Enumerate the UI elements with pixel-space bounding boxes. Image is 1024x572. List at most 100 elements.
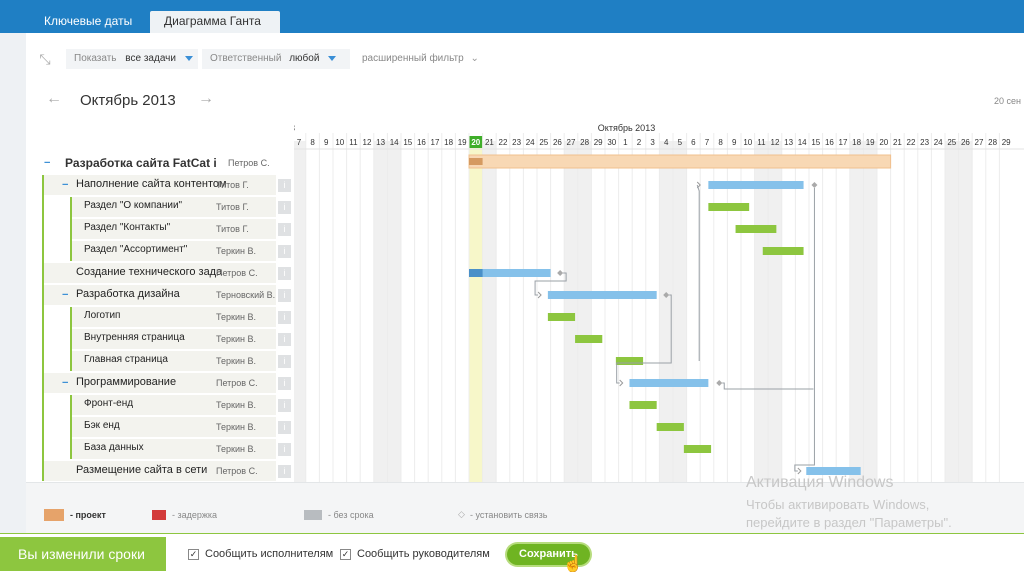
task-bar <box>629 379 709 387</box>
app-root: Ключевые даты Диаграмма Ганта ⤡ Показать… <box>0 0 1024 572</box>
subtask-bar <box>575 335 603 343</box>
hand-cursor-icon: ☝ <box>563 556 583 572</box>
day-label: 27 <box>567 138 576 147</box>
task-info-icon[interactable]: i <box>278 267 291 280</box>
task-name[interactable]: Создание технического зада <box>76 266 234 278</box>
task-info-icon[interactable]: i <box>278 245 291 258</box>
dependency-link <box>794 188 815 472</box>
task-info-icon[interactable]: i <box>278 355 291 368</box>
day-label: 7 <box>705 138 710 147</box>
task-name[interactable]: Фронт-енд <box>84 398 214 409</box>
collapse-toggle-icon[interactable]: − <box>62 290 71 301</box>
task-info-icon[interactable]: i <box>278 465 291 478</box>
day-label: 13 <box>376 138 385 147</box>
day-label: 9 <box>732 138 737 147</box>
subtask-bar <box>656 423 684 431</box>
legend-delay-swatch <box>152 510 166 520</box>
today-column <box>469 141 483 482</box>
day-label-today: 20 <box>471 138 480 147</box>
show-filter[interactable]: Показать все задачи <box>66 49 198 69</box>
task-name[interactable]: Разработка дизайна <box>76 288 234 300</box>
task-name[interactable]: Внутренняя страница <box>84 332 214 343</box>
responsible-filter[interactable]: Ответственный любой <box>202 49 350 69</box>
zoom-range-label[interactable]: 20 сен <box>994 96 1021 106</box>
task-info-icon[interactable]: i <box>278 399 291 412</box>
day-label: 10 <box>743 138 752 147</box>
advanced-filter-link[interactable]: расширенный фильтр ⌄ <box>354 49 487 69</box>
task-assignee: Теркин В. <box>216 444 256 454</box>
weekend-column <box>577 141 592 482</box>
task-info-icon[interactable]: i <box>278 421 291 434</box>
task-name[interactable]: Наполнение сайта контентом <box>76 178 234 190</box>
task-name[interactable]: Логотип <box>84 310 214 321</box>
gantt-svg: 3Октябрь 2013789101112131415161718192021… <box>294 123 1024 482</box>
task-name[interactable]: Размещение сайта в сети <box>76 464 234 476</box>
task-name[interactable]: Раздел "О компании" <box>84 200 214 211</box>
day-label: 18 <box>444 138 453 147</box>
diamond-icon: ◇ <box>458 509 465 519</box>
legend-delay: - задержка <box>172 510 218 520</box>
weekend-column <box>294 141 306 482</box>
tab-key-dates[interactable]: Ключевые даты <box>30 11 146 33</box>
collapse-toggle-icon[interactable]: − <box>62 378 71 389</box>
group-guide-line <box>70 307 72 371</box>
tab-gantt[interactable]: Диаграмма Ганта <box>150 11 280 33</box>
show-filter-label: Показать <box>74 53 117 64</box>
day-label: 19 <box>866 138 875 147</box>
subtask-bar <box>708 203 750 211</box>
task-name[interactable]: Бэк енд <box>84 420 214 431</box>
notify-heads-checkbox[interactable]: ✓ <box>340 549 351 560</box>
task-info-icon[interactable]: i <box>278 377 291 390</box>
task-assignee: Теркин В. <box>216 422 256 432</box>
prev-month-arrow-icon[interactable]: ← <box>46 90 62 108</box>
task-info-icon[interactable]: i <box>278 289 291 302</box>
day-label: 11 <box>757 138 766 147</box>
legend-link: - установить связь <box>470 510 548 520</box>
task-name[interactable]: Программирование <box>76 376 234 388</box>
notify-heads-label: Сообщить руководителям <box>357 548 490 560</box>
day-label: 6 <box>691 138 696 147</box>
task-bar <box>708 181 804 189</box>
notify-executors-label: Сообщить исполнителям <box>205 548 334 560</box>
legend-nodate: - без срока <box>328 510 374 520</box>
task-row[interactable]: − Наполнение сайта контентом Титов Г. i <box>30 174 294 196</box>
task-info-icon[interactable]: i <box>278 201 291 214</box>
show-filter-value: все задачи <box>125 53 176 64</box>
header-month-label: Октябрь 2013 <box>598 123 655 133</box>
subtask-bar <box>615 357 644 365</box>
project-guide-line <box>42 175 44 481</box>
task-assignee: Теркин В. <box>216 400 256 410</box>
task-info-icon[interactable]: i <box>278 333 291 346</box>
task-row[interactable]: − Разработка сайта FatCat i Петров С. <box>30 152 294 174</box>
task-name[interactable]: База данных <box>84 442 214 453</box>
day-label: 28 <box>988 138 997 147</box>
link-end-diamond-icon <box>811 182 818 188</box>
expand-arrows-icon[interactable]: ⤡ <box>34 48 56 70</box>
task-name[interactable]: Разработка сайта FatCat i <box>65 156 225 170</box>
task-info-icon[interactable]: i <box>278 311 291 324</box>
collapse-toggle-icon[interactable]: − <box>62 180 71 191</box>
task-name[interactable]: Раздел "Контакты" <box>84 222 214 233</box>
task-name[interactable]: Главная страница <box>84 354 214 365</box>
subtask-bar <box>762 247 804 255</box>
next-month-arrow-icon[interactable]: → <box>198 90 214 108</box>
day-label: 26 <box>553 138 562 147</box>
collapse-toggle-icon[interactable]: − <box>44 158 53 169</box>
task-info-icon[interactable]: i <box>278 179 291 192</box>
task-row[interactable]: − Разработка дизайна Терновский В. i <box>30 284 294 306</box>
task-info-icon[interactable]: i <box>278 223 291 236</box>
day-label: 24 <box>934 138 943 147</box>
advanced-filter-label: расширенный фильтр <box>362 53 464 64</box>
notify-executors-checkbox[interactable]: ✓ <box>188 549 199 560</box>
task-assignee: Теркин В. <box>216 356 256 366</box>
day-label: 23 <box>512 138 521 147</box>
legend-project-swatch <box>44 509 64 521</box>
task-row[interactable]: − Программирование Петров С. i <box>30 372 294 394</box>
day-label: 17 <box>839 138 848 147</box>
header-fragment: 3 <box>294 123 295 133</box>
task-row[interactable]: Создание технического зада Петров С. i <box>30 262 294 284</box>
task-name[interactable]: Раздел "Ассортимент" <box>84 244 214 255</box>
task-row[interactable]: Размещение сайта в сети Петров С. i <box>30 460 294 482</box>
task-info-icon[interactable]: i <box>278 443 291 456</box>
day-label: 10 <box>335 138 344 147</box>
